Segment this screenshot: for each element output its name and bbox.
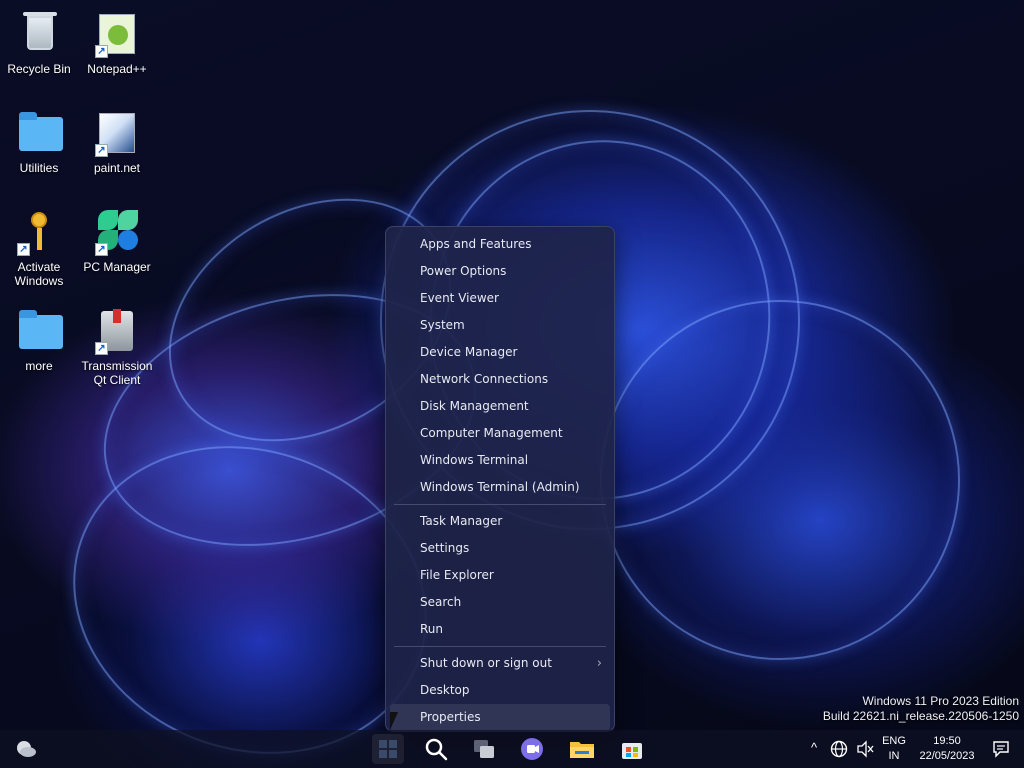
menu-item-desktop[interactable]: Desktop: [390, 677, 610, 704]
transmission-icon: ↗: [93, 307, 141, 355]
desktop-icon-paint-net[interactable]: ↗ paint.net: [79, 109, 155, 175]
winx-context-menu: Apps and Features Power Options Event Vi…: [385, 226, 615, 732]
desktop-icon-pc-manager[interactable]: ↗ PC Manager: [79, 208, 155, 274]
menu-item-computer-management[interactable]: Computer Management: [390, 420, 610, 447]
recycle-bin-icon: [15, 10, 63, 58]
folder-icon: [15, 307, 63, 355]
desktop-icon-label: Notepad++: [87, 62, 147, 76]
menu-item-file-explorer[interactable]: File Explorer: [390, 562, 610, 589]
taskbar: ^ ENG IN 19:50 22/05/2023: [0, 730, 1024, 768]
shortcut-arrow-icon: ↗: [95, 243, 108, 256]
folder-icon: [15, 109, 63, 157]
network-button[interactable]: [826, 734, 852, 764]
clock-time: 19:50: [933, 735, 961, 747]
weather-widget-button[interactable]: [10, 734, 42, 764]
notepadpp-icon: ↗: [93, 10, 141, 58]
store-icon: [622, 743, 642, 759]
desktop-icon-label: paint.net: [93, 161, 141, 175]
file-explorer-button[interactable]: [566, 734, 598, 764]
chevron-right-icon: ›: [596, 656, 602, 671]
store-button[interactable]: [616, 734, 648, 764]
menu-separator: [394, 646, 606, 647]
notifications-button[interactable]: [988, 734, 1014, 764]
desktop-icon-label: Activate Windows: [14, 260, 64, 288]
menu-item-settings[interactable]: Settings: [390, 535, 610, 562]
search-button[interactable]: [420, 734, 452, 764]
search-icon: [425, 738, 448, 761]
pc-manager-icon: ↗: [93, 208, 141, 256]
key-icon: ↗: [15, 208, 63, 256]
menu-item-power-options[interactable]: Power Options: [390, 258, 610, 285]
notification-icon: [993, 741, 1009, 758]
shortcut-arrow-icon: ↗: [95, 144, 108, 157]
menu-item-label: Shut down or sign out: [420, 656, 552, 670]
desktop-icon-notepadpp[interactable]: ↗ Notepad++: [79, 10, 155, 76]
shortcut-arrow-icon: ↗: [95, 342, 108, 355]
menu-item-system[interactable]: System: [390, 312, 610, 339]
watermark-build: Build 22621.ni_release.220506-1250: [822, 709, 1019, 723]
menu-item-windows-terminal[interactable]: Windows Terminal: [390, 447, 610, 474]
desktop-icon-label: PC Manager: [83, 260, 151, 274]
menu-item-properties[interactable]: Properties: [390, 704, 610, 731]
menu-item-search[interactable]: Search: [390, 589, 610, 616]
clock[interactable]: 19:50 22/05/2023: [914, 734, 980, 764]
speaker-muted-icon: [857, 740, 874, 758]
file-explorer-icon: [570, 742, 594, 758]
desktop-icon-label: Recycle Bin: [7, 62, 71, 76]
menu-item-task-manager[interactable]: Task Manager: [390, 508, 610, 535]
region-code: IN: [888, 750, 900, 762]
desktop-icon-transmission[interactable]: ↗ Transmission Qt Client: [79, 307, 155, 387]
menu-item-windows-terminal-admin[interactable]: Windows Terminal (Admin): [390, 474, 610, 501]
desktop-icon-label: more: [25, 359, 53, 373]
shortcut-arrow-icon: ↗: [95, 45, 108, 58]
start-icon: [379, 740, 397, 758]
volume-button[interactable]: [852, 734, 878, 764]
menu-item-disk-management[interactable]: Disk Management: [390, 393, 610, 420]
menu-item-shut-down-or-sign-out[interactable]: Shut down or sign out ›: [390, 650, 610, 677]
chat-icon: [521, 738, 543, 760]
desktop-icon-more[interactable]: more: [1, 307, 77, 373]
globe-icon: [830, 740, 848, 758]
menu-item-apps-and-features[interactable]: Apps and Features: [390, 231, 610, 258]
menu-item-run[interactable]: Run: [390, 616, 610, 643]
weather-cloud-icon: [17, 741, 36, 757]
desktop-icon-label: Transmission Qt Client: [81, 359, 153, 387]
desktop-icon-activate-windows[interactable]: ↗ Activate Windows: [1, 208, 77, 288]
language-code: ENG: [882, 735, 906, 747]
menu-separator: [394, 504, 606, 505]
menu-item-device-manager[interactable]: Device Manager: [390, 339, 610, 366]
watermark-edition: Windows 11 Pro 2023 Edition: [862, 694, 1019, 708]
start-button[interactable]: [372, 734, 404, 764]
desktop-icon-utilities[interactable]: Utilities: [1, 109, 77, 175]
chat-button[interactable]: [516, 734, 548, 764]
windows-watermark: Windows 11 Pro 2023 Edition Build 22621.…: [823, 694, 1019, 724]
language-indicator[interactable]: ENG IN: [878, 734, 910, 764]
desktop-icon-label: Utilities: [19, 161, 59, 175]
mouse-cursor-icon: [390, 712, 406, 730]
menu-item-network-connections[interactable]: Network Connections: [390, 366, 610, 393]
shortcut-arrow-icon: ↗: [17, 243, 30, 256]
task-view-button[interactable]: [468, 734, 500, 764]
tray-overflow-chevron[interactable]: ^: [806, 741, 822, 755]
desktop-icon-recycle-bin[interactable]: Recycle Bin: [1, 10, 77, 76]
menu-item-event-viewer[interactable]: Event Viewer: [390, 285, 610, 312]
task-view-icon: [474, 740, 494, 758]
clock-date: 22/05/2023: [919, 750, 975, 762]
paint-net-icon: ↗: [93, 109, 141, 157]
